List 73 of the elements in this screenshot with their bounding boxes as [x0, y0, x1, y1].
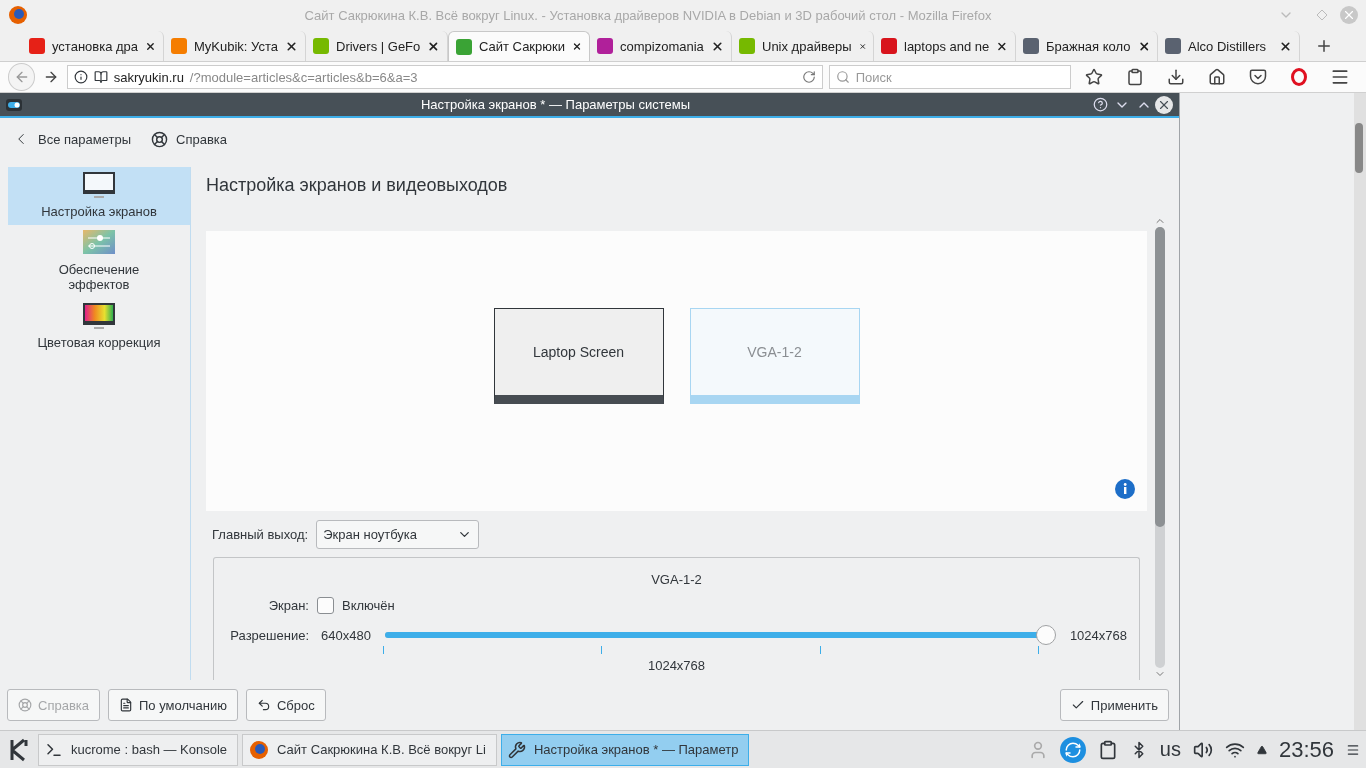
sync-icon[interactable] — [1059, 736, 1086, 763]
monitor-icon — [82, 171, 116, 201]
info-icon — [73, 70, 88, 84]
download-icon — [1167, 68, 1186, 86]
home-icon — [1208, 68, 1227, 86]
expand-tray-icon[interactable] — [1256, 744, 1267, 755]
enabled-label: Включён — [342, 598, 395, 613]
page-scrollbar[interactable] — [1354, 93, 1366, 730]
ring-logo-icon — [1290, 68, 1309, 86]
current-resolution: 1024x768 — [646, 658, 707, 673]
screen-label: Экран: — [267, 598, 309, 613]
primary-output-dropdown[interactable]: Экран ноутбука — [316, 520, 480, 549]
help-button[interactable]: Справка — [151, 130, 227, 148]
defaults-button[interactable]: По умолчанию — [108, 689, 238, 721]
document-icon — [119, 698, 133, 712]
wrench-icon — [507, 740, 526, 759]
help-icon — [18, 698, 32, 712]
undo-icon — [256, 698, 271, 712]
lifebuoy-icon — [151, 130, 168, 148]
star-icon — [1085, 68, 1104, 86]
close-button[interactable] — [1155, 95, 1173, 114]
clock: 23:56 — [1278, 736, 1334, 763]
browser-tab[interactable]: Бражная коло — [1016, 31, 1158, 61]
help-icon — [1092, 97, 1108, 112]
diamond-icon — [1316, 9, 1328, 21]
close-icon — [1342, 8, 1356, 22]
close-icon[interactable] — [427, 39, 440, 53]
output-name: VGA-1-2 — [650, 572, 703, 587]
search-icon — [835, 70, 850, 84]
browser-tab[interactable]: Unix драйверы — [732, 31, 874, 61]
min-resolution: 640x480 — [321, 627, 371, 643]
window-title: Сайт Сакрюкина К.В. Всё вокруг Linux. - Установка драйверов NVIDIA в Debian и 3D рабочий стол - Mozilla Firefox — [303, 7, 993, 23]
close-icon[interactable] — [572, 40, 582, 53]
browser-tab[interactable]: Сайт Сакрюки — [448, 31, 590, 61]
check-icon — [1070, 698, 1085, 712]
slider-thumb[interactable] — [1035, 625, 1056, 645]
resolution-label: Разрешение: — [229, 627, 309, 643]
keyboard-layout[interactable]: us — [1159, 738, 1181, 761]
sidebar-item[interactable]: Настройка экранов — [8, 167, 190, 225]
color-monitor-icon — [82, 302, 116, 332]
browser-tab[interactable]: MyKubik: Уста — [164, 31, 306, 61]
sidebar-item[interactable]: Цветовая коррекция — [8, 298, 190, 356]
reload-icon[interactable] — [801, 70, 816, 84]
toggle-icon — [6, 98, 22, 111]
browser-tab[interactable]: Drivers | GeFo — [306, 31, 448, 61]
close-icon[interactable] — [285, 39, 298, 53]
taskbar-task[interactable]: Сайт Сакрюкина К.В. Всё вокруг Li — [242, 733, 497, 766]
volume-icon[interactable] — [1192, 739, 1213, 760]
dialog-title: Настройка экранов * — Параметры системы — [419, 97, 692, 112]
close-icon[interactable] — [1279, 39, 1292, 53]
enabled-checkbox[interactable] — [317, 597, 334, 614]
screen-card[interactable]: Laptop Screen — [493, 308, 664, 404]
apply-button[interactable]: Применить — [1059, 689, 1169, 721]
sidebar-item[interactable]: Обеспечение эффектов — [8, 225, 190, 298]
max-resolution: 1024x768 — [1069, 627, 1127, 643]
clipboard-icon — [1126, 68, 1145, 86]
info-icon[interactable] — [1115, 479, 1135, 499]
browser-tab[interactable]: compizomania — [590, 31, 732, 61]
resolution-slider[interactable] — [384, 624, 1056, 646]
browser-tab[interactable]: laptops and ne — [874, 31, 1016, 61]
reader-icon — [93, 70, 108, 84]
close-icon[interactable] — [711, 39, 724, 53]
taskbar-task[interactable]: Настройка экранов * — Параметр — [500, 733, 750, 766]
reset-button[interactable]: Сброс — [245, 689, 326, 721]
browser-tab[interactable]: установка дра — [22, 31, 164, 61]
page-heading: Настройка экранов и видеовыходов — [206, 175, 509, 197]
pocket-icon — [1249, 68, 1268, 86]
address-bar[interactable]: sakryukin.ru /?module=articles&c=articles&b=6&a=3 — [66, 65, 823, 89]
taskbar-task[interactable]: kucrome : bash — Konsole — [38, 733, 239, 766]
back-button[interactable]: Все параметры — [12, 130, 131, 148]
browser-tab[interactable]: Alco Distillers — [1158, 31, 1300, 61]
primary-output-label: Главный выход: — [212, 527, 309, 542]
menu-icon[interactable] — [1346, 742, 1360, 757]
